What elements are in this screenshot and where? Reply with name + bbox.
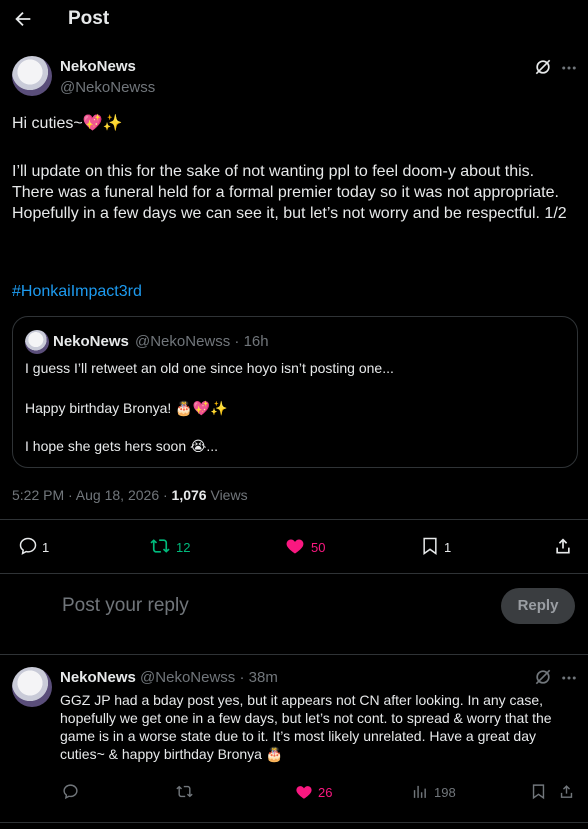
grok-icon[interactable] — [533, 667, 553, 687]
heart-icon[interactable] — [295, 783, 313, 801]
views-label: Views — [206, 487, 248, 503]
reply-view-count: 198 — [434, 785, 456, 800]
reply-icon[interactable] — [18, 536, 38, 556]
reply-like-count: 26 — [318, 785, 333, 800]
reply-input[interactable]: Post your reply — [62, 595, 189, 617]
reply-icon[interactable] — [62, 783, 79, 800]
like-count: 50 — [311, 540, 326, 555]
grok-icon[interactable] — [533, 57, 553, 77]
post-greeting: Hi cuties~💖✨ — [12, 115, 123, 132]
reply-avatar[interactable] — [12, 667, 52, 707]
reply-button[interactable]: Reply — [501, 588, 575, 624]
page-title: Post — [68, 8, 110, 29]
quote-line-1: I guess I’ll retweet an old one since ho… — [25, 360, 394, 376]
avatar[interactable] — [12, 56, 52, 96]
post-timestamp: 5:22 PM · Aug 18, 2026 · 1,076 Views — [12, 487, 248, 503]
reply-count: 1 — [42, 540, 50, 555]
quote-author-name: NekoNews — [53, 333, 129, 350]
repost-count: 12 — [176, 540, 191, 555]
author-name[interactable]: NekoNews — [60, 58, 136, 75]
repost-icon[interactable] — [150, 536, 170, 556]
quote-line-3: I hope she gets hers soon 😭... — [25, 438, 219, 454]
quoted-post[interactable]: NekoNews @NekoNewss · 16h I guess I’ll r… — [12, 316, 578, 468]
author-handle[interactable]: @NekoNewss — [60, 79, 155, 96]
repost-icon[interactable] — [176, 783, 193, 800]
post-body: I’ll update on this for the sake of not … — [12, 163, 567, 222]
quote-author-meta: @NekoNewss · 16h — [135, 333, 269, 350]
divider — [0, 519, 588, 520]
quote-line-2: Happy birthday Bronya! 🎂💖✨ — [25, 400, 228, 416]
share-icon[interactable] — [558, 783, 575, 800]
heart-icon[interactable] — [285, 536, 305, 556]
reply-author-name[interactable]: NekoNews — [60, 669, 136, 686]
views-icon[interactable] — [411, 783, 428, 800]
more-icon[interactable] — [560, 59, 578, 77]
back-arrow-icon[interactable] — [12, 8, 34, 30]
quote-avatar — [25, 330, 49, 354]
bookmark-icon[interactable] — [420, 536, 440, 556]
reply-author-line: NekoNews @NekoNewss · 38m — [60, 669, 278, 686]
views-count: 1,076 — [171, 487, 207, 503]
bookmark-icon[interactable] — [530, 783, 547, 800]
bookmark-count: 1 — [444, 540, 452, 555]
reply-body: GGZ JP had a bday post yes, but it appea… — [60, 692, 552, 762]
timestamp-text[interactable]: 5:22 PM · Aug 18, 2026 · — [12, 487, 172, 503]
divider — [0, 654, 588, 655]
composer-avatar-placeholder — [12, 590, 52, 630]
hashtag-link[interactable]: #HonkaiImpact3rd — [12, 281, 142, 302]
divider — [0, 822, 588, 823]
reply-author-meta[interactable]: @NekoNewss · 38m — [140, 669, 278, 686]
share-icon[interactable] — [553, 536, 573, 556]
more-icon[interactable] — [560, 669, 578, 687]
divider — [0, 573, 588, 574]
